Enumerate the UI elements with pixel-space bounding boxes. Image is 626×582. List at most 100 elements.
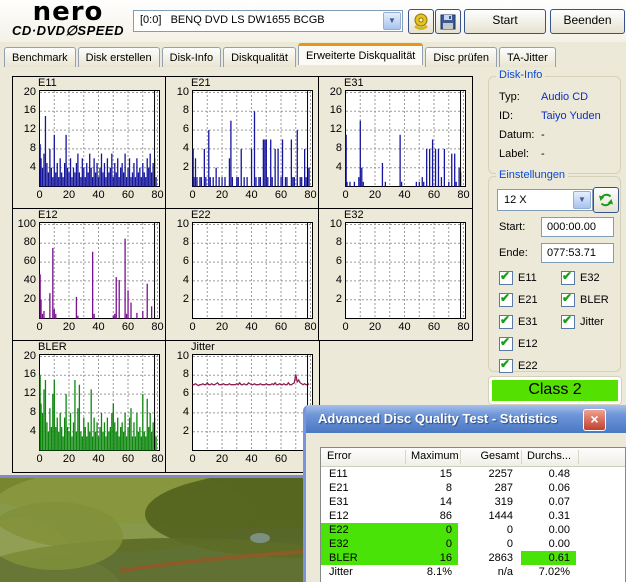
y-axis-tick-label: 20 — [319, 86, 342, 98]
drive-select-dropdown[interactable]: [0:0] BENQ DVD LS DW1655 BCGB ▼ — [133, 10, 403, 32]
save-button[interactable] — [435, 9, 461, 34]
error-name-cell: E11 — [321, 467, 409, 481]
checkbox-e32[interactable]: ✔E32 — [561, 271, 600, 285]
eject-disc-button[interactable] — [408, 9, 434, 34]
value-cell: 0.31 — [521, 509, 576, 523]
table-row[interactable]: E22000.00 — [321, 523, 625, 537]
chart-e12: E1210080604020020406080 — [12, 208, 167, 341]
checkbox-box[interactable]: ✔ — [499, 359, 513, 373]
quit-button[interactable]: Beenden — [550, 9, 625, 34]
checkbox-box[interactable]: ✔ — [499, 315, 513, 329]
table-row[interactable]: E32000.00 — [321, 537, 625, 551]
y-axis-tick-label: 8 — [13, 142, 36, 154]
x-axis-tick-label: 0 — [31, 453, 49, 465]
x-axis-tick-label: 80 — [149, 321, 167, 333]
checkbox-box[interactable]: ✔ — [499, 271, 513, 285]
x-axis-tick-label: 0 — [31, 189, 49, 201]
y-axis-tick-label: 4 — [319, 274, 342, 286]
checkbox-box[interactable]: ✔ — [499, 337, 513, 351]
disk-info-value: Audio CD — [541, 91, 588, 103]
value-cell: 319 — [460, 495, 519, 509]
desktop: nero CD·DVD∅SPEED [0:0] BENQ DVD LS DW16… — [0, 0, 626, 582]
checkbox-box[interactable]: ✔ — [561, 293, 575, 307]
tab-benchmark[interactable]: Benchmark — [4, 47, 76, 67]
value-cell: 8 — [405, 481, 458, 495]
tab-disk-erstellen[interactable]: Disk erstellen — [78, 47, 160, 67]
y-axis-tick-label: 16 — [13, 368, 36, 380]
speed-select-dropdown[interactable]: 12 X ▼ — [497, 189, 593, 211]
y-axis-tick-label: 2 — [319, 293, 342, 305]
y-axis-tick-label: 20 — [13, 86, 36, 98]
refresh-button[interactable] — [593, 187, 619, 213]
start-time-field[interactable]: 000:00.00 — [541, 217, 614, 237]
checkbox-e22[interactable]: ✔E22 — [499, 359, 538, 373]
chart-e32: E32108642020406080 — [318, 208, 473, 341]
value-cell: 0.00 — [521, 523, 576, 537]
value-cell: 14 — [405, 495, 458, 509]
speed-select-value: 12 X — [504, 194, 527, 206]
drive-select-value: [0:0] BENQ DVD LS DW1655 BCGB — [140, 14, 325, 26]
disk-info-groupbox: Disk-Info Typ:Audio CDID:Taiyo YudenDatu… — [488, 76, 621, 174]
chart-title: E32 — [344, 209, 364, 221]
error-name-cell: E31 — [321, 495, 409, 509]
tab-erweiterte-diskqualit-t[interactable]: Erweiterte Diskqualität — [298, 43, 423, 65]
table-row[interactable]: E128614440.31 — [321, 509, 625, 523]
disk-info-label: ID: — [499, 110, 541, 122]
chart-title: E21 — [191, 77, 211, 89]
y-axis-tick-label: 2 — [166, 161, 189, 173]
table-row[interactable]: BLER1628630.61 — [321, 551, 625, 565]
y-axis-tick-label: 12 — [13, 387, 36, 399]
chevron-down-icon[interactable]: ▼ — [383, 12, 401, 30]
x-axis-tick-label: 40 — [243, 321, 261, 333]
value-cell: 16 — [405, 551, 458, 565]
checkbox-e21[interactable]: ✔E21 — [499, 293, 538, 307]
start-button[interactable]: Start — [464, 9, 546, 34]
disk-info-label: Typ: — [499, 91, 541, 103]
y-axis-tick-label: 8 — [319, 142, 342, 154]
value-cell: 1444 — [460, 509, 519, 523]
chevron-down-icon[interactable]: ▼ — [573, 191, 591, 209]
table-row[interactable]: E31143190.07 — [321, 495, 625, 509]
chart-title: E31 — [344, 77, 364, 89]
chart-e11-plot — [39, 90, 160, 187]
tab-disk-info[interactable]: Disk-Info — [162, 47, 221, 67]
table-row[interactable]: E2182870.06 — [321, 481, 625, 495]
y-axis-tick-label: 2 — [166, 425, 189, 437]
tab-ta-jitter[interactable]: TA-Jitter — [499, 47, 556, 67]
save-icon — [440, 14, 456, 30]
table-row[interactable]: E111522570.48 — [321, 467, 625, 481]
column-header: Error — [321, 450, 406, 464]
error-name-cell: Jitter — [321, 565, 409, 579]
x-axis-tick-label: 20 — [60, 453, 78, 465]
checkbox-label: E11 — [518, 272, 537, 284]
y-axis-tick-label: 10 — [166, 350, 189, 362]
end-time-field[interactable]: 077:53.71 — [541, 243, 614, 263]
value-cell: 0.07 — [521, 495, 576, 509]
value-cell: 0 — [460, 537, 519, 551]
checkbox-label: E12 — [518, 338, 538, 350]
checkbox-e31[interactable]: ✔E31 — [499, 315, 538, 329]
error-name-cell: E32 — [321, 537, 409, 551]
checkbox-e11[interactable]: ✔ E11 — [499, 271, 537, 285]
chart-title: E11 — [38, 77, 57, 89]
value-cell: 0.48 — [521, 467, 576, 481]
y-axis-tick-label: 6 — [319, 255, 342, 267]
checkbox-box[interactable]: ✔ — [499, 293, 513, 307]
disk-info-label: Datum: — [499, 129, 541, 141]
table-row[interactable]: Jitter8.1%n/a7.02% — [321, 565, 625, 579]
statistics-dialog-titlebar[interactable]: Advanced Disc Quality Test - Statistics — [306, 405, 626, 433]
x-axis-tick-label: 60 — [425, 321, 443, 333]
x-axis-tick-label: 40 — [90, 453, 108, 465]
checkbox-box[interactable]: ✔ — [561, 271, 575, 285]
close-button[interactable]: × — [583, 409, 606, 431]
checkbox-box[interactable]: ✔ — [561, 315, 575, 329]
y-axis-tick-label: 10 — [166, 218, 189, 230]
checkbox-e12[interactable]: ✔ E12 — [499, 337, 538, 351]
value-cell: 0.06 — [521, 481, 576, 495]
tab-diskqualit-t[interactable]: Diskqualität — [223, 47, 296, 67]
checkbox-bler[interactable]: ✔BLER — [561, 293, 609, 307]
quality-class-badge: Class 2 — [492, 380, 618, 401]
checkbox-jitter[interactable]: ✔Jitter — [561, 315, 604, 329]
tab-disc-pr-fen[interactable]: Disc prüfen — [425, 47, 497, 67]
y-axis-tick-label: 12 — [13, 123, 36, 135]
